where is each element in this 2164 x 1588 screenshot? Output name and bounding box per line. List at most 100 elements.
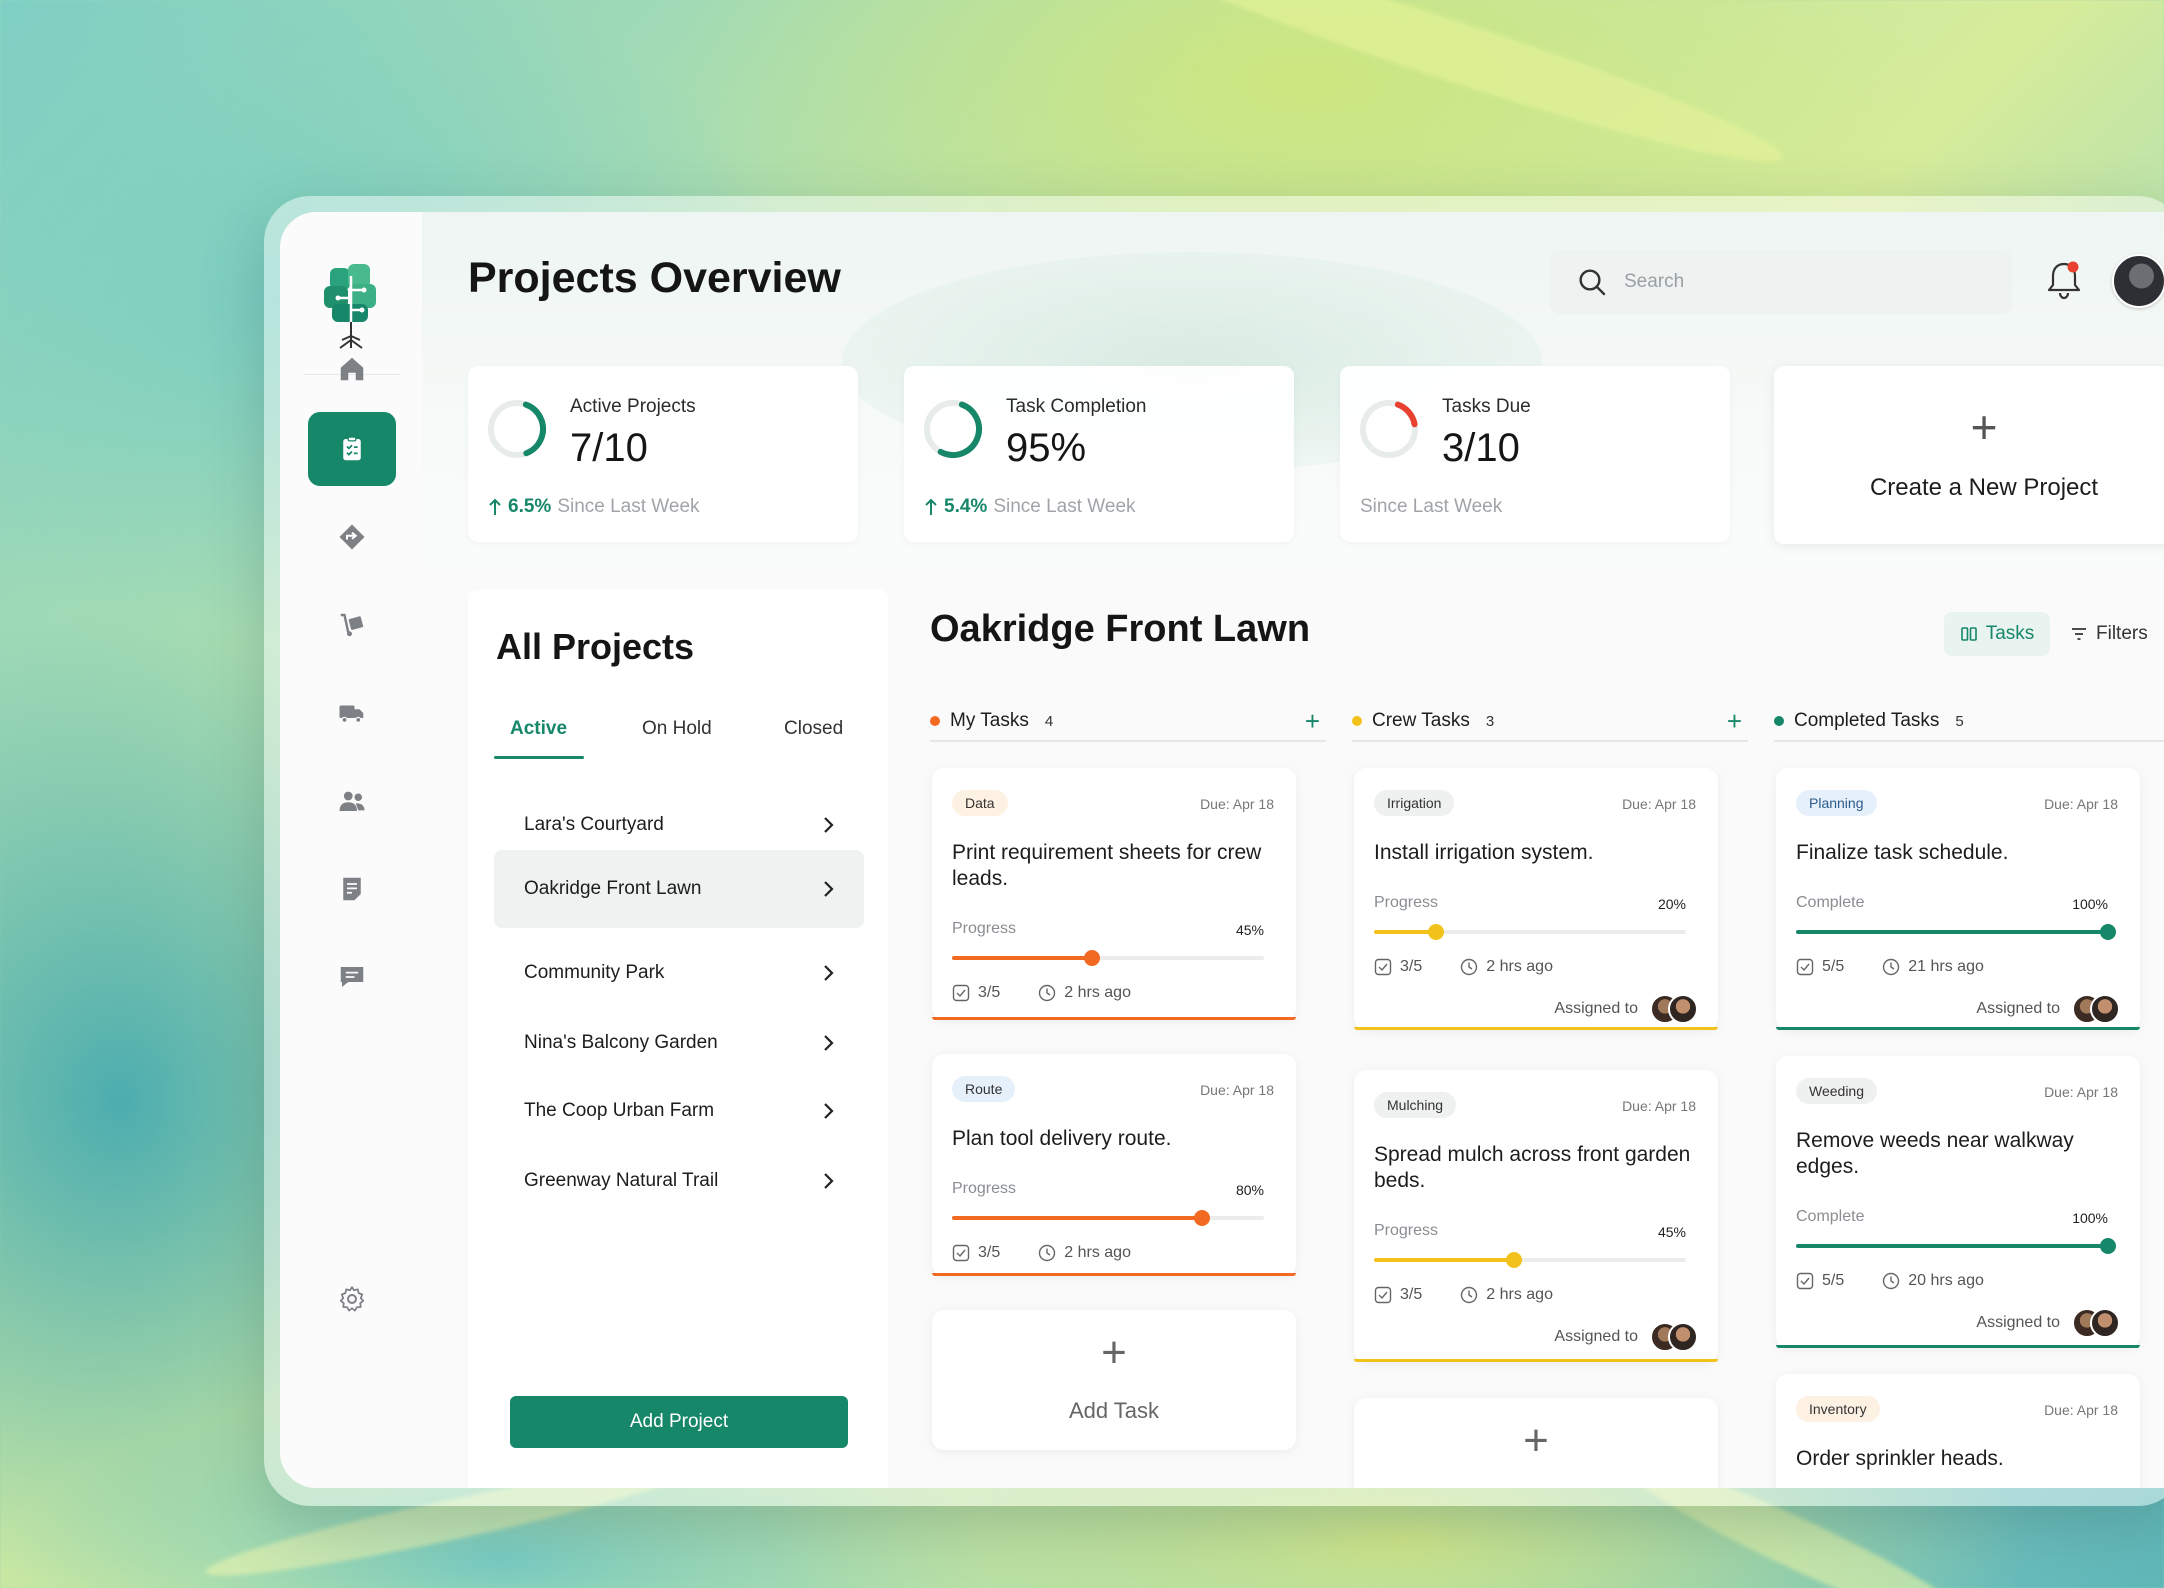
- progress-value: 20%: [1657, 896, 1686, 912]
- assignee-avatars[interactable]: [1650, 994, 1698, 1024]
- plus-icon: +: [1101, 1328, 1127, 1377]
- column-title: Completed Tasks: [1794, 710, 1940, 731]
- avatar: [2090, 1308, 2120, 1338]
- progress-handle[interactable]: [1193, 1210, 1210, 1226]
- task-card[interactable]: Inventory Due: Apr 18 Order sprinkler head…: [1776, 1374, 2140, 1488]
- checkbox-icon: [1796, 1272, 1814, 1290]
- task-card[interactable]: Data Due: Apr 18 Print requirement sheets …: [932, 768, 1296, 1020]
- nav-team[interactable]: [308, 764, 396, 838]
- ring-fill: [1360, 400, 1418, 458]
- task-card[interactable]: Planning Due: Apr 18 Finalize task schedul…: [1776, 768, 2140, 1030]
- task-tag: Weeding: [1796, 1078, 1878, 1104]
- stat-footer: 6.5% Since Last Week: [488, 496, 700, 518]
- project-item[interactable]: Nina's Balcony Garden: [494, 1004, 864, 1082]
- progress-handle[interactable]: [1084, 950, 1101, 966]
- progress-handle[interactable]: [2100, 924, 2116, 940]
- user-avatar[interactable]: [2112, 254, 2164, 308]
- chevron-right-icon: [824, 1173, 834, 1189]
- stat-tasks-due: Tasks Due 3/10 Since Last Week: [1340, 366, 1730, 542]
- task-title: Spread mulch across front garden beds.: [1374, 1143, 1691, 1192]
- progress-track: [1374, 1252, 1686, 1268]
- task-title: Remove weeds near walkway edges.: [1796, 1129, 2074, 1178]
- assignee-avatars[interactable]: [2072, 994, 2120, 1024]
- task-meta: 3/5 2 hrs ago: [952, 1244, 1131, 1262]
- add-task-plus-icon[interactable]: +: [1727, 706, 1742, 737]
- card-accent-line: [1354, 1359, 1718, 1362]
- assigned-label: Assigned to: [1554, 1328, 1638, 1345]
- nav-messages[interactable]: [308, 940, 396, 1014]
- app-window: Projects Overview Active Projects 7/10 6…: [280, 212, 2164, 1488]
- progress-handle[interactable]: [1428, 924, 1445, 940]
- card-accent-line: [1354, 1027, 1718, 1030]
- task-card[interactable]: Route Due: Apr 18 Plan tool delivery route…: [932, 1054, 1296, 1276]
- checkbox-icon: [1374, 1286, 1392, 1304]
- nav-projects[interactable]: [308, 412, 396, 486]
- task-card[interactable]: Mulching Due: Apr 18 Spread mulch across f…: [1354, 1070, 1718, 1362]
- progress-handle[interactable]: [1506, 1252, 1523, 1268]
- due-date: Due: Apr 18: [2044, 796, 2118, 812]
- plus-icon: +: [1523, 1416, 1549, 1465]
- tab-active[interactable]: Active: [510, 718, 567, 740]
- due-date: Due: Apr 18: [1200, 796, 1274, 812]
- search-box[interactable]: [1550, 250, 2012, 314]
- task-title: Order sprinkler heads.: [1796, 1447, 2004, 1470]
- task-title: Print requirement sheets for crew leads.: [952, 841, 1262, 890]
- projects-panel: All Projects Active On Hold Closed Lara'…: [468, 590, 888, 1488]
- notification-bell-icon[interactable]: [2044, 258, 2084, 302]
- create-project-button[interactable]: + Create a New Project: [1774, 366, 2164, 544]
- tab-on-hold[interactable]: On Hold: [642, 718, 712, 740]
- project-item[interactable]: The Coop Urban Farm: [494, 1072, 864, 1150]
- avatar: [1668, 1322, 1698, 1352]
- stat-since: Since Last Week: [993, 496, 1136, 517]
- progress-label: Progress: [952, 920, 1017, 937]
- tab-closed[interactable]: Closed: [784, 718, 843, 740]
- assigned-label: Assigned to: [1554, 1000, 1638, 1017]
- add-task-card[interactable]: +: [1354, 1398, 1718, 1488]
- home-icon: [340, 357, 364, 381]
- project-item[interactable]: Greenway Natural Trail: [494, 1142, 864, 1220]
- nav-routes[interactable]: [308, 500, 396, 574]
- nav-home[interactable]: [308, 332, 396, 406]
- stat-change: 6.5%: [508, 496, 552, 517]
- progress-value: 45%: [1235, 922, 1264, 938]
- task-meta: 3/5 2 hrs ago: [1374, 958, 1553, 976]
- add-task-card[interactable]: + Add Task: [932, 1310, 1296, 1450]
- project-name: Oakridge Front Lawn: [524, 878, 702, 899]
- plus-icon: +: [1970, 401, 1998, 453]
- nav-delivery[interactable]: [308, 676, 396, 750]
- chevron-right-icon: [824, 965, 834, 981]
- stat-label: Active Projects: [570, 396, 696, 417]
- assignee-avatars[interactable]: [2072, 1308, 2120, 1338]
- nav-settings[interactable]: [308, 1262, 396, 1336]
- task-card[interactable]: Irrigation Due: Apr 18 Install irrigation …: [1354, 768, 1718, 1030]
- nav-equipment[interactable]: [308, 588, 396, 662]
- task-card[interactable]: Weeding Due: Apr 18 Remove weeds near walk…: [1776, 1056, 2140, 1348]
- stat-since: Since Last Week: [557, 496, 700, 517]
- progress-handle[interactable]: [2100, 1238, 2116, 1254]
- assignee-avatars[interactable]: [1650, 1322, 1698, 1352]
- add-task-plus-icon[interactable]: +: [1305, 706, 1320, 737]
- progress-ring-icon: [1360, 400, 1418, 458]
- add-project-button[interactable]: Add Project: [510, 1396, 848, 1448]
- project-item[interactable]: Oakridge Front Lawn: [494, 850, 864, 928]
- column-count: 4: [1044, 712, 1054, 730]
- nav-reports[interactable]: [308, 852, 396, 926]
- search-input[interactable]: [1624, 271, 1984, 293]
- avatar: [1668, 994, 1698, 1024]
- time-ago: 21 hrs ago: [1908, 958, 1984, 975]
- progress-track: [1796, 1238, 2116, 1254]
- tasks-view-label: Tasks: [1985, 623, 2035, 644]
- task-meta: 5/5 20 hrs ago: [1796, 1272, 1984, 1290]
- project-item[interactable]: Community Park: [494, 934, 864, 1012]
- board-title: Oakridge Front Lawn: [930, 608, 1311, 650]
- arrow-up-icon: [925, 498, 937, 515]
- checklist-count: 3/5: [1400, 958, 1423, 975]
- hand-truck-icon: [340, 613, 364, 637]
- filter-icon: [2072, 628, 2086, 640]
- task-tag: Route: [952, 1076, 1016, 1102]
- progress-fill: [952, 1216, 1202, 1220]
- assigned-label: Assigned to: [1976, 1314, 2060, 1331]
- checklist-count: 5/5: [1822, 1272, 1845, 1289]
- tasks-view-button[interactable]: Tasks: [1944, 612, 2050, 656]
- filters-button[interactable]: Filters: [2070, 612, 2148, 656]
